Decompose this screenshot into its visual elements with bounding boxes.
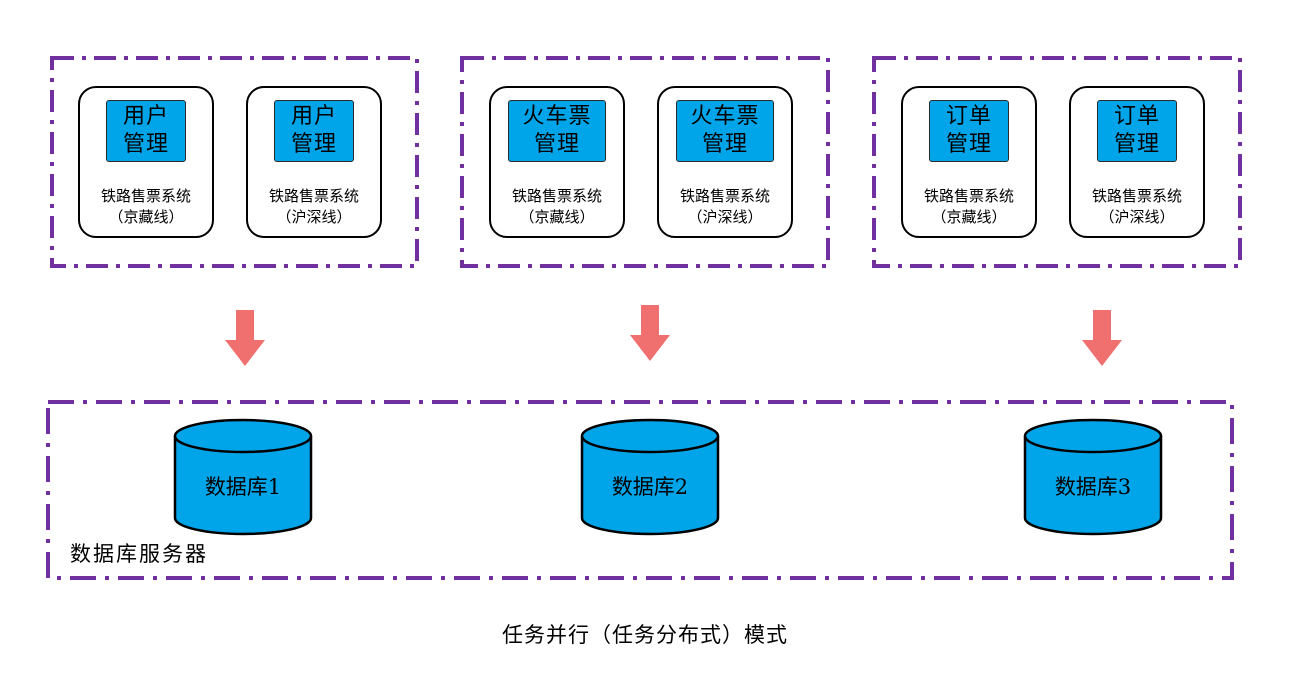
system-box-user-jingzang: 用户 管理 铁路售票系统 （京藏线） xyxy=(78,86,214,238)
database-1: 数据库1 xyxy=(173,418,313,536)
module-label-ticket: 火车票 管理 xyxy=(508,100,606,162)
database-label: 数据库3 xyxy=(1054,475,1132,499)
module-label-user: 用户 管理 xyxy=(106,100,186,162)
system-box-ticket-hushen: 火车票 管理 铁路售票系统 （沪深线） xyxy=(657,86,793,238)
module-label-order: 订单 管理 xyxy=(1097,100,1177,162)
database-server-label: 数据库服务器 xyxy=(70,542,208,566)
system-name: 铁路售票系统 xyxy=(679,187,770,205)
down-arrow-icon xyxy=(630,305,670,361)
diagram-canvas: 用户 管理 铁路售票系统 （京藏线） 用户 管理 铁路售票系统 （沪深线） 火车… xyxy=(0,0,1290,685)
system-line: （京藏线） xyxy=(931,208,1007,226)
system-name: 铁路售票系统 xyxy=(923,187,1014,205)
database-label: 数据库2 xyxy=(611,475,689,499)
system-box-order-jingzang: 订单 管理 铁路售票系统 （京藏线） xyxy=(901,86,1037,238)
system-line: （京藏线） xyxy=(519,208,595,226)
module-label-user: 用户 管理 xyxy=(274,100,354,162)
database-label: 数据库1 xyxy=(204,475,282,499)
system-box-ticket-jingzang: 火车票 管理 铁路售票系统 （京藏线） xyxy=(489,86,625,238)
system-name: 铁路售票系统 xyxy=(511,187,602,205)
diagram-caption: 任务并行（任务分布式）模式 xyxy=(502,623,788,647)
down-arrow-icon xyxy=(1082,310,1122,366)
system-name: 铁路售票系统 xyxy=(1091,187,1182,205)
system-name: 铁路售票系统 xyxy=(100,187,191,205)
system-line: （沪深线） xyxy=(276,208,352,226)
down-arrow-icon xyxy=(225,310,265,366)
module-label-ticket: 火车票 管理 xyxy=(676,100,774,162)
database-3: 数据库3 xyxy=(1023,418,1163,536)
module-label-order: 订单 管理 xyxy=(929,100,1009,162)
database-2: 数据库2 xyxy=(580,418,720,536)
system-box-order-hushen: 订单 管理 铁路售票系统 （沪深线） xyxy=(1069,86,1205,238)
system-line: （沪深线） xyxy=(1099,208,1175,226)
system-line: （京藏线） xyxy=(108,208,184,226)
system-line: （沪深线） xyxy=(687,208,763,226)
system-box-user-hushen: 用户 管理 铁路售票系统 （沪深线） xyxy=(246,86,382,238)
system-name: 铁路售票系统 xyxy=(268,187,359,205)
